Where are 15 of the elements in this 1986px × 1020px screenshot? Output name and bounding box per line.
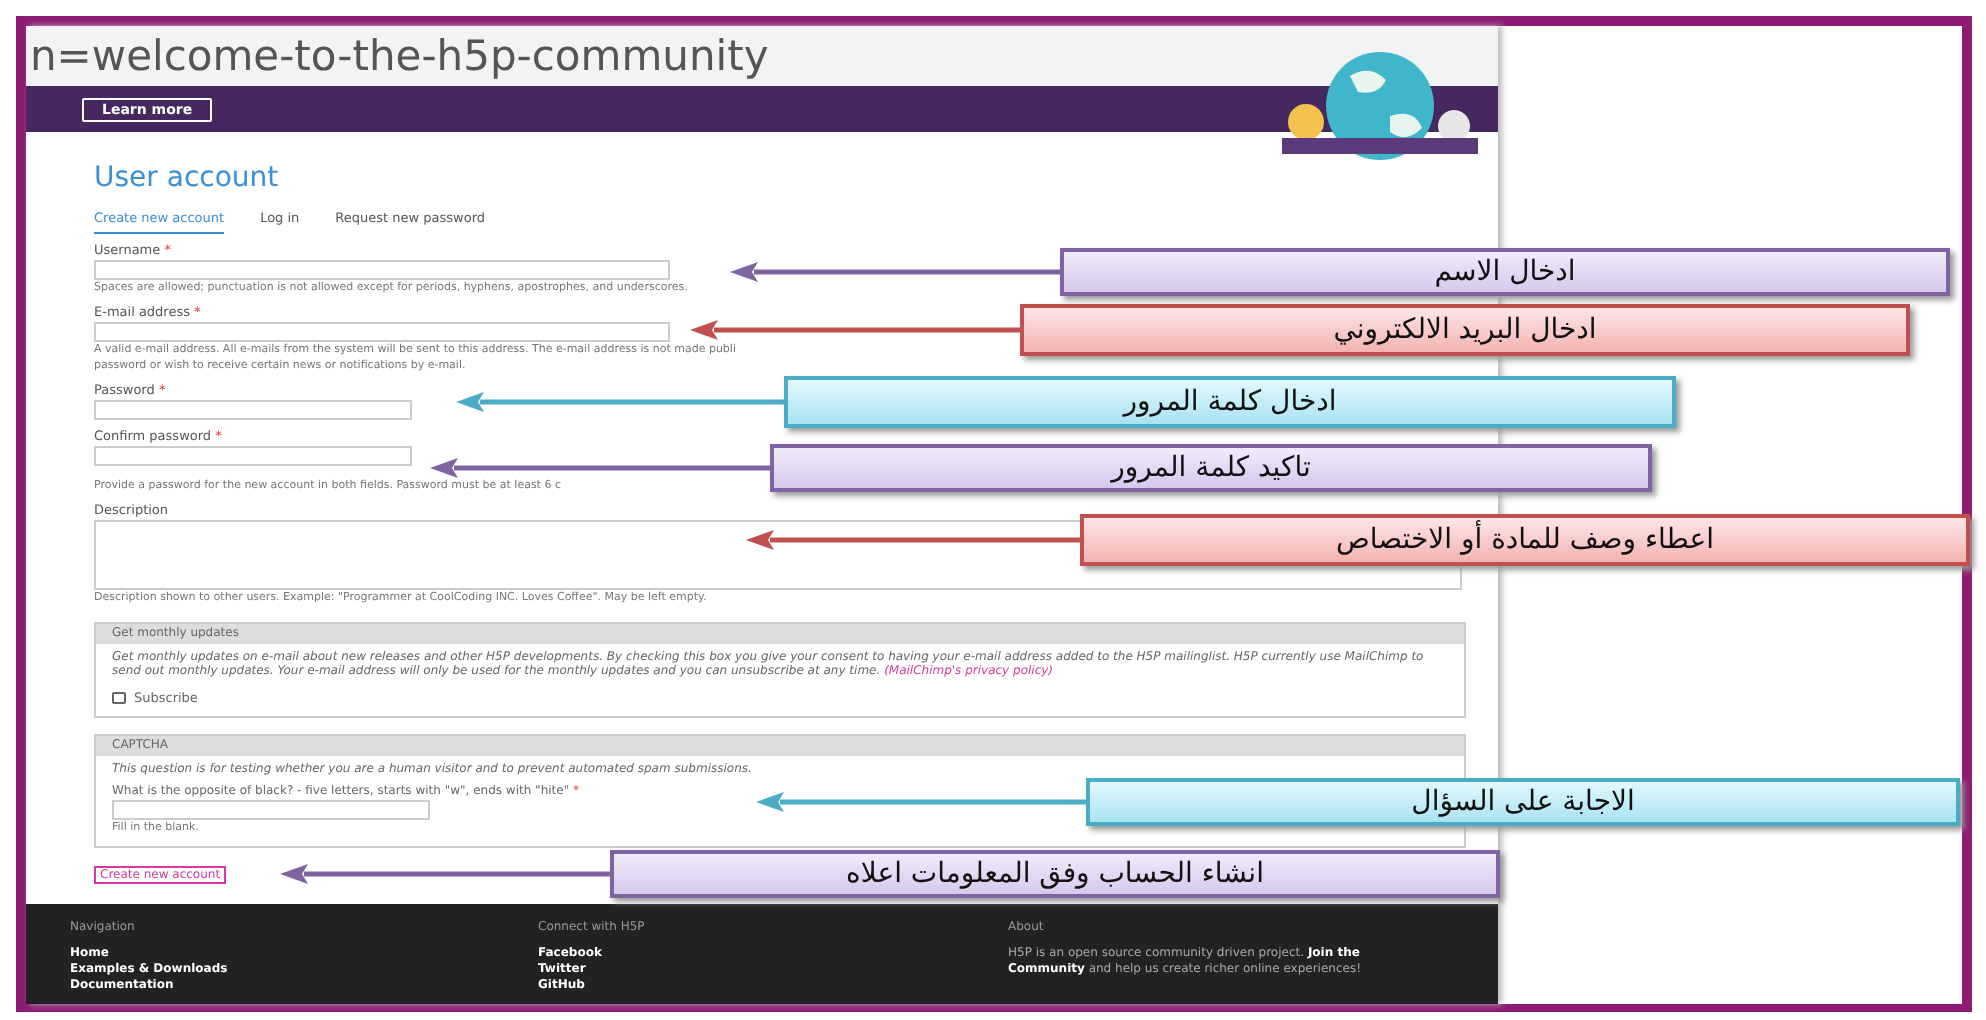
annotation-tooltip: ادخال كلمة المرور [784,376,1676,428]
page-title: User account [94,162,279,194]
answer-field[interactable] [112,800,430,820]
annotation-tooltip: تاكيد كلمة المرور [770,444,1652,492]
subscribe-checkbox[interactable] [112,692,126,704]
annotation-tooltip: ادخال الاسم [1060,248,1950,296]
annotation-tooltip: اعطاء وصف للمادة أو الاختصاص [1080,514,1970,566]
annotation-tooltip: الاجابة على السؤال [1086,778,1960,826]
annotation-tooltip: انشاء الحساب وفق المعلومات اعلاه [610,850,1500,898]
input-field[interactable] [94,400,412,420]
annotation-tooltip: ادخال البريد الالكتروني [1020,304,1910,356]
address-bar-url[interactable]: n=welcome-to-the-h5p-community [26,26,1498,86]
input-field[interactable] [94,322,670,342]
input-field[interactable] [94,446,412,466]
input-field[interactable] [94,260,670,280]
